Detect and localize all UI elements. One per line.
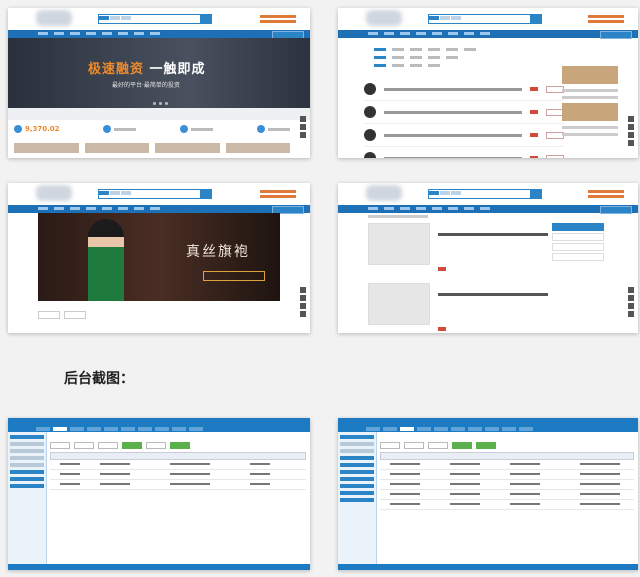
nav-cta-button[interactable] [600, 31, 632, 39]
screenshot-news [338, 183, 638, 333]
floating-sidebar[interactable] [628, 116, 634, 146]
news-thumbnail [368, 283, 430, 325]
product-banner: 真丝旗袍 [38, 213, 280, 301]
list-item[interactable] [364, 101, 564, 124]
admin-footer [8, 564, 310, 570]
table-row[interactable] [380, 470, 634, 480]
avatar [364, 83, 376, 95]
hero-banner: 极速融资 一触即成 最好的平台·最简单的投资 [8, 38, 310, 113]
table-row[interactable] [50, 460, 306, 470]
news-thumbnail [368, 223, 430, 265]
floating-sidebar[interactable] [300, 116, 306, 138]
table-toolbar[interactable] [50, 442, 306, 449]
filter-panel[interactable] [374, 48, 574, 72]
admin-header [8, 418, 310, 426]
avatar [364, 129, 376, 141]
search-input[interactable] [428, 189, 542, 199]
table-header [380, 452, 634, 460]
table-row[interactable] [380, 480, 634, 490]
carousel-dots[interactable] [153, 102, 168, 105]
blurred-logo [366, 185, 402, 201]
admin-table [380, 442, 634, 510]
banner-title: 真丝旗袍 [186, 244, 250, 260]
product-list [364, 78, 564, 158]
floating-sidebar[interactable] [628, 287, 634, 317]
site-header [8, 8, 310, 30]
blurred-logo [36, 10, 72, 26]
table-row[interactable] [380, 460, 634, 470]
model-photo [88, 219, 124, 301]
banner-subtitle: 最好的平台·最简单的投资 [112, 82, 180, 89]
admin-footer [338, 564, 638, 570]
search-input[interactable] [98, 14, 212, 24]
table-toolbar[interactable] [380, 442, 634, 449]
admin-tabs[interactable] [338, 426, 638, 432]
table-row[interactable] [50, 470, 306, 480]
main-nav[interactable] [338, 30, 638, 39]
product-thumbnails[interactable] [14, 143, 290, 153]
stats-row: 9,370.02 [14, 125, 290, 133]
avatar [364, 152, 376, 158]
table-row[interactable] [50, 480, 306, 490]
table-row[interactable] [380, 500, 634, 510]
breadcrumb[interactable] [368, 215, 428, 218]
screenshot-admin-1 [8, 418, 310, 570]
admin-sidebar[interactable] [338, 432, 377, 564]
news-item[interactable] [368, 223, 548, 275]
screenshot-admin-2 [338, 418, 638, 570]
shield-icon [256, 125, 265, 133]
hotline [260, 15, 296, 23]
main-nav[interactable] [8, 30, 310, 39]
screenshot-product: 真丝旗袍 [8, 183, 310, 333]
section-caption: 后台截图： [64, 371, 134, 387]
screenshot-home: 极速融资 一触即成 最好的平台·最简单的投资 9,370.02 [8, 8, 310, 158]
list-item[interactable] [364, 124, 564, 147]
admin-header [338, 418, 638, 426]
product-tabs[interactable] [38, 311, 86, 319]
search-input[interactable] [428, 14, 542, 24]
table-row[interactable] [380, 490, 634, 500]
main-nav[interactable] [8, 205, 310, 214]
admin-tabs[interactable] [8, 426, 310, 432]
news-list [368, 223, 548, 333]
news-item[interactable] [368, 283, 548, 333]
search-button[interactable] [530, 189, 542, 199]
feature-strip [8, 108, 310, 120]
hotline [260, 190, 296, 198]
screenshot-listing [338, 8, 638, 158]
admin-table [50, 442, 306, 490]
avatar [364, 106, 376, 118]
coin-icon [14, 125, 22, 133]
floating-sidebar[interactable] [300, 287, 306, 317]
price-tag [203, 271, 265, 281]
hotline [588, 190, 624, 198]
user-icon [103, 125, 112, 133]
news-categories[interactable] [552, 223, 604, 263]
banner-title: 极速融资 一触即成 [88, 62, 206, 77]
table-header [50, 452, 306, 460]
search-button[interactable] [200, 189, 212, 199]
list-item[interactable] [364, 147, 564, 158]
search-input[interactable] [98, 189, 212, 199]
stat-amount: 9,370.02 [25, 125, 60, 133]
hotline [588, 15, 624, 23]
blurred-logo [36, 185, 72, 201]
search-button[interactable] [530, 14, 542, 24]
right-panel [562, 66, 618, 140]
main-nav[interactable] [338, 205, 638, 214]
admin-sidebar[interactable] [8, 432, 47, 564]
list-item[interactable] [364, 78, 564, 101]
chart-icon [180, 125, 189, 133]
nav-cta-button[interactable] [600, 206, 632, 214]
blurred-logo [366, 10, 402, 26]
search-button[interactable] [200, 14, 212, 24]
